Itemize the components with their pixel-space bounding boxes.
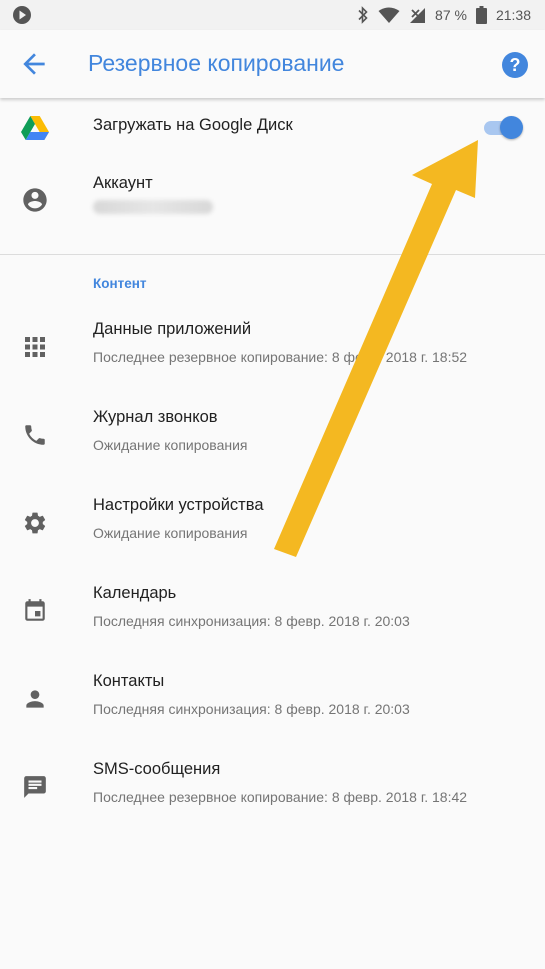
bluetooth-icon — [358, 6, 368, 24]
message-icon — [20, 772, 50, 802]
back-button[interactable] — [18, 48, 50, 80]
app-bar: Резервное копирование ? — [0, 30, 545, 98]
wifi-icon — [378, 7, 400, 23]
gear-icon — [20, 508, 50, 538]
help-button[interactable]: ? — [500, 50, 530, 80]
signal-off-icon — [410, 7, 426, 23]
svg-text:?: ? — [510, 55, 521, 75]
content-item-sms[interactable]: SMS-сообщения Последнее резервное копиро… — [0, 748, 545, 828]
content-item-subtitle: Ожидание копирования — [93, 437, 248, 453]
page-title: Резервное копирование — [88, 50, 345, 76]
drive-upload-toggle[interactable] — [482, 116, 523, 139]
content-item-title: Календарь — [93, 584, 177, 602]
content-item-calendar[interactable]: Календарь Последняя синхронизация: 8 фев… — [0, 572, 545, 652]
account-row[interactable]: Аккаунт — [0, 160, 545, 245]
content-section-header: Контент — [93, 276, 147, 291]
section-divider — [0, 254, 545, 255]
content-item-title: Настройки устройства — [93, 496, 264, 514]
content-item-title: Контакты — [93, 672, 165, 690]
help-icon: ? — [502, 52, 528, 78]
arrow-back-icon — [23, 53, 45, 75]
person-icon — [20, 684, 50, 714]
content-item-title: Журнал звонков — [93, 408, 218, 426]
google-drive-icon — [20, 113, 50, 143]
content-item-title: Данные приложений — [93, 320, 252, 338]
apps-grid-icon — [20, 332, 50, 362]
clock: 21:38 — [495, 7, 531, 23]
toggle-thumb — [500, 116, 523, 139]
play-notification-icon — [12, 5, 32, 30]
drive-upload-row[interactable]: Загружать на Google Диск — [0, 100, 545, 155]
content-item-contacts[interactable]: Контакты Последняя синхронизация: 8 февр… — [0, 660, 545, 740]
content-item-call-log[interactable]: Журнал звонков Ожидание копирования — [0, 396, 545, 476]
battery-percent: 87 % — [435, 7, 467, 23]
content-item-title: SMS-сообщения — [93, 760, 221, 778]
account-email-redacted — [93, 200, 213, 214]
calendar-icon — [20, 596, 50, 626]
battery-icon — [475, 6, 487, 24]
content-item-subtitle: Последнее резервное копирование: 8 февр.… — [93, 789, 468, 805]
content-item-device-settings[interactable]: Настройки устройства Ожидание копировани… — [0, 484, 545, 564]
account-label: Аккаунт — [93, 174, 153, 192]
content-item-subtitle: Ожидание копирования — [93, 525, 248, 541]
status-bar: 87 % 21:38 — [0, 0, 545, 30]
content-item-app-data[interactable]: Данные приложений Последнее резервное ко… — [0, 308, 545, 388]
content-item-subtitle: Последнее резервное копирование: 8 февр.… — [93, 349, 468, 365]
phone-icon — [20, 420, 50, 450]
account-circle-icon — [20, 185, 50, 215]
drive-upload-label: Загружать на Google Диск — [93, 116, 293, 134]
content-item-subtitle: Последняя синхронизация: 8 февр. 2018 г.… — [93, 701, 410, 717]
content-item-subtitle: Последняя синхронизация: 8 февр. 2018 г.… — [93, 613, 410, 629]
